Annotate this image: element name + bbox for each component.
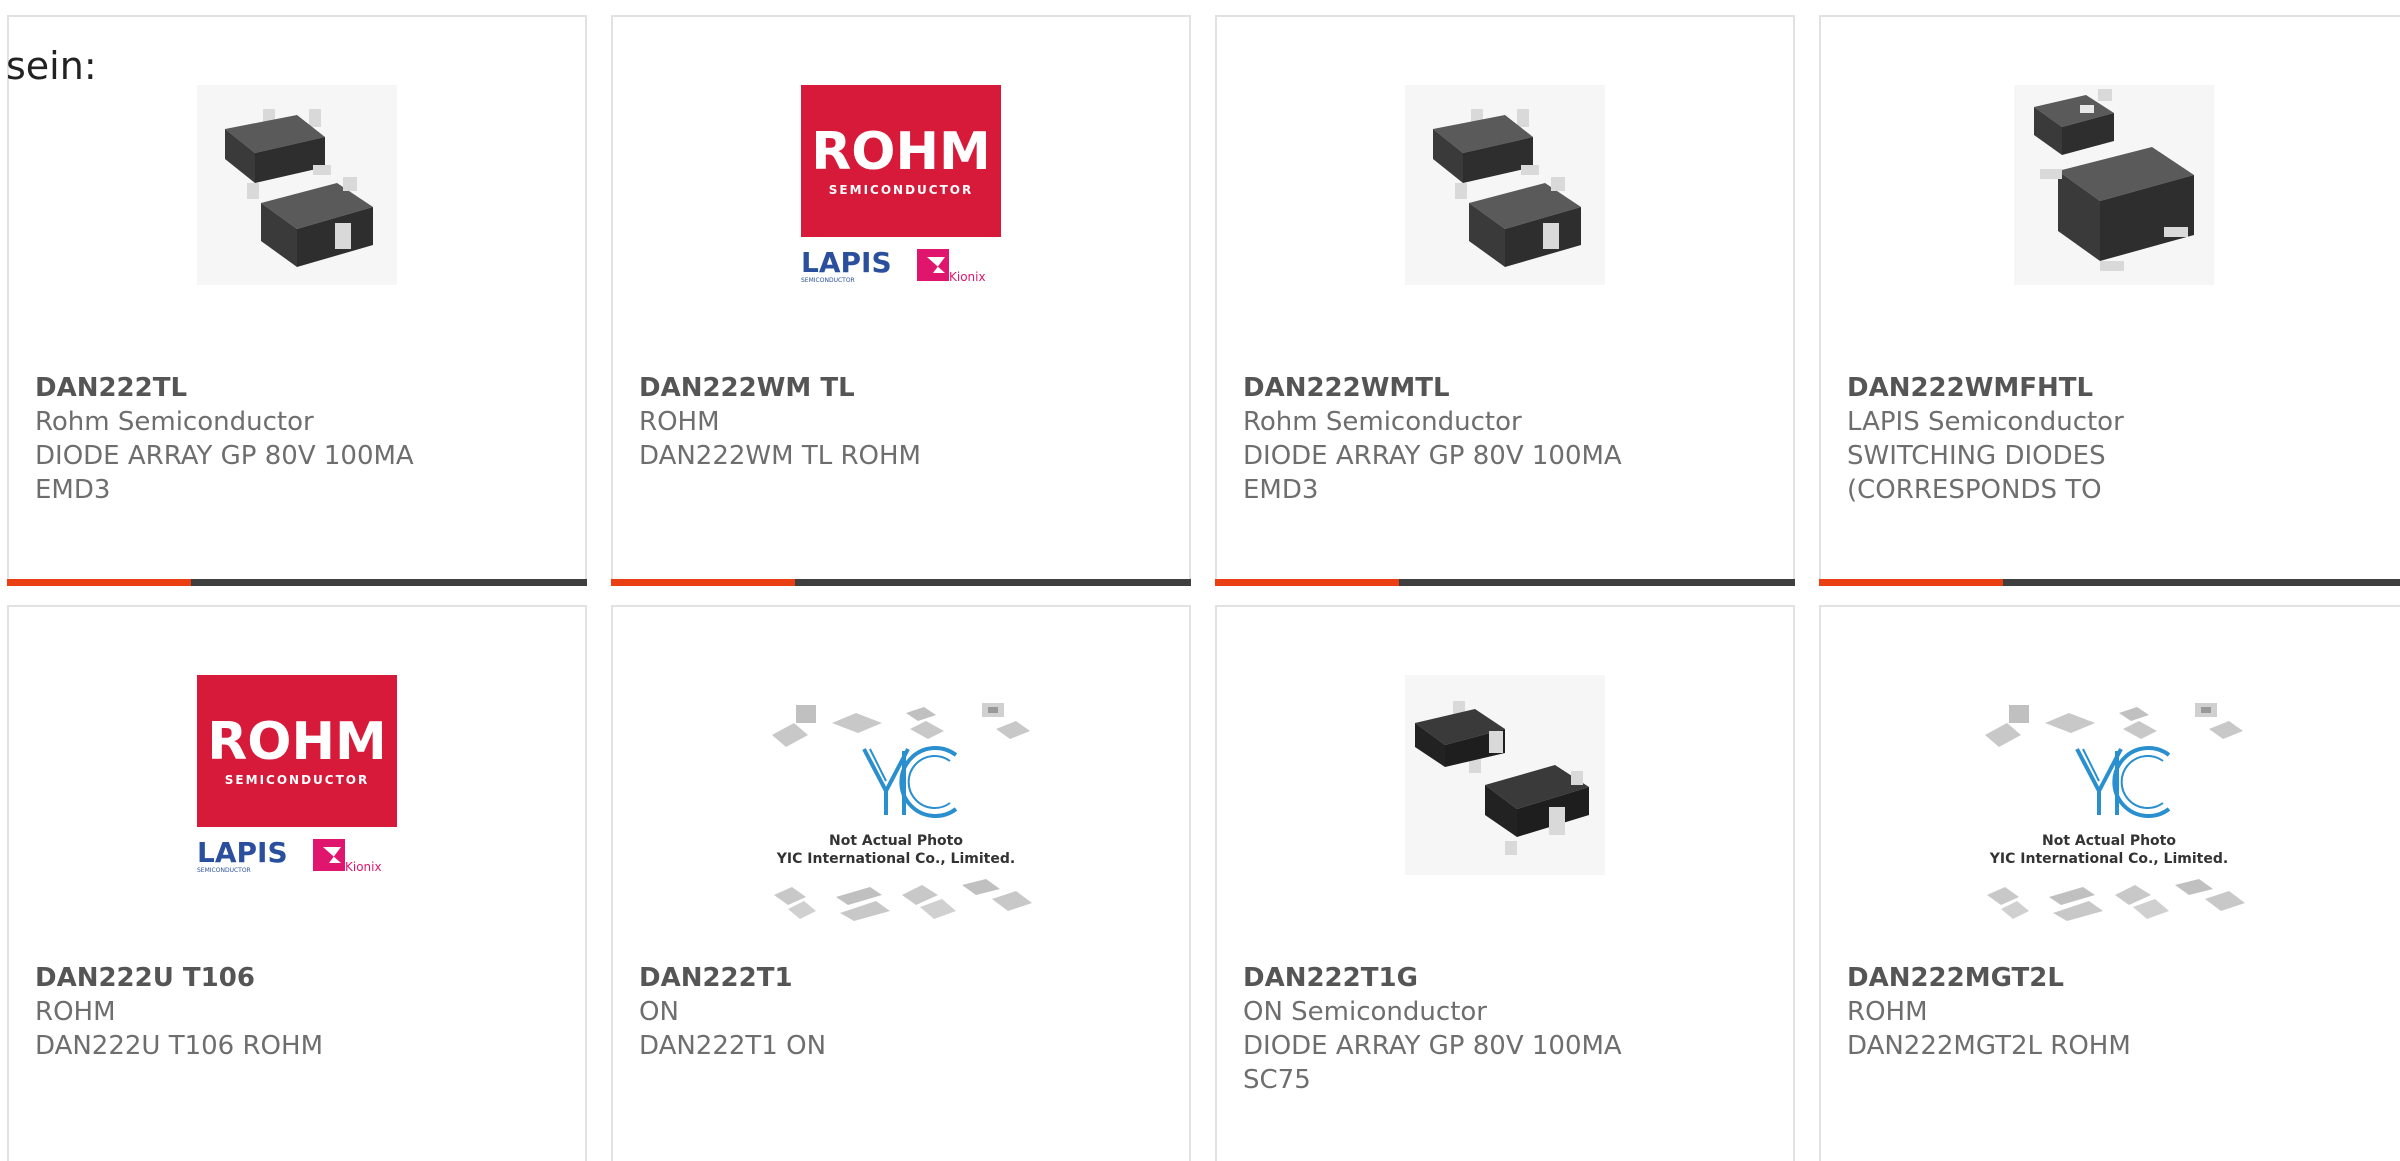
product-card[interactable]: Not Actual Photo YIC International Co., … xyxy=(1819,605,2400,1161)
logo-brand-text: ROHM xyxy=(207,712,387,772)
product-image[interactable] xyxy=(9,85,585,305)
manufacturer: LAPIS Semiconductor xyxy=(1847,407,2124,437)
accent-bar xyxy=(1819,579,2400,586)
logo-sub-text: SEMICONDUCTOR xyxy=(829,183,973,197)
kionix-text: Kionix xyxy=(949,270,986,284)
part-number[interactable]: DAN222T1 xyxy=(639,961,1169,995)
description-line: (CORRESPONDS TO xyxy=(1847,475,2102,505)
part-number[interactable]: DAN222WMTL xyxy=(1243,371,1773,405)
description-line: SC75 xyxy=(1243,1065,1311,1095)
description-line: EMD3 xyxy=(35,475,111,505)
sod-package-photo-icon xyxy=(2014,85,2214,285)
product-image[interactable]: Not Actual Photo YIC International Co., … xyxy=(1821,699,2400,921)
placeholder-caption-1: Not Actual Photo xyxy=(2042,833,2176,849)
placeholder-caption-1: Not Actual Photo xyxy=(829,833,963,849)
description-line: DAN222MGT2L ROHM xyxy=(1847,1031,2131,1061)
lapis-sub-text: SEMICONDUCTOR xyxy=(801,277,855,284)
product-card[interactable]: Not Actual Photo YIC International Co., … xyxy=(611,605,1191,1161)
accent-bar xyxy=(1215,579,1795,586)
manufacturer: ON Semiconductor xyxy=(1243,997,1487,1027)
part-number[interactable]: DAN222WM TL xyxy=(639,371,1169,405)
product-image[interactable] xyxy=(1821,85,2400,305)
product-card[interactable]: DAN222TL Rohm Semiconductor DIODE ARRAY … xyxy=(7,15,587,586)
kionix-text: Kionix xyxy=(345,860,382,874)
product-image[interactable]: ROHM SEMICONDUCTOR LAPIS SEMICONDUCTOR K… xyxy=(9,675,585,895)
product-info: DAN222WMFHTL LAPIS Semiconductor SWITCHI… xyxy=(1847,371,2387,507)
product-image[interactable]: Not Actual Photo YIC International Co., … xyxy=(613,699,1189,921)
product-info: DAN222T1 ON DAN222T1 ON xyxy=(639,961,1169,1063)
sot-package-photo-icon xyxy=(197,85,397,285)
description-line: DIODE ARRAY GP 80V 100MA xyxy=(1243,441,1622,471)
description-line: SWITCHING DIODES xyxy=(1847,441,2106,471)
description-line: DAN222T1 ON xyxy=(639,1031,827,1061)
product-info: DAN222MGT2L ROHM DAN222MGT2L ROHM xyxy=(1847,961,2387,1063)
description-line: DAN222U T106 ROHM xyxy=(35,1031,324,1061)
product-info: DAN222U T106 ROHM DAN222U T106 ROHM xyxy=(35,961,565,1063)
logo-brand-text: ROHM xyxy=(811,122,991,182)
product-info: DAN222WM TL ROHM DAN222WM TL ROHM xyxy=(639,371,1169,473)
description-line: DAN222WM TL ROHM xyxy=(639,441,921,471)
product-image[interactable] xyxy=(1217,85,1793,305)
part-number[interactable]: DAN222WMFHTL xyxy=(1847,371,2387,405)
yic-placeholder-image: Not Actual Photo YIC International Co., … xyxy=(772,703,1032,921)
product-card[interactable]: DAN222T1G ON Semiconductor DIODE ARRAY G… xyxy=(1215,605,1795,1161)
product-card[interactable]: DAN222WMTL Rohm Semiconductor DIODE ARRA… xyxy=(1215,15,1795,586)
placeholder-caption-2: YIC International Co., Limited. xyxy=(1989,851,2228,867)
product-image[interactable] xyxy=(1217,675,1793,895)
manufacturer: ROHM xyxy=(1847,997,1928,1027)
accent-bar xyxy=(7,579,587,586)
product-card[interactable]: DAN222WMFHTL LAPIS Semiconductor SWITCHI… xyxy=(1819,15,2400,586)
intro-text: sein: xyxy=(6,44,97,88)
description-line: DIODE ARRAY GP 80V 100MA xyxy=(1243,1031,1622,1061)
yic-placeholder-image: Not Actual Photo YIC International Co., … xyxy=(1985,703,2245,921)
manufacturer: Rohm Semiconductor xyxy=(35,407,314,437)
manufacturer: Rohm Semiconductor xyxy=(1243,407,1522,437)
product-info: DAN222T1G ON Semiconductor DIODE ARRAY G… xyxy=(1243,961,1773,1097)
description-line: EMD3 xyxy=(1243,475,1319,505)
lapis-sub-text: SEMICONDUCTOR xyxy=(197,867,251,874)
product-grid-page: sein: DAN222TL Rohm Semiconductor DIODE … xyxy=(0,0,2400,1161)
placeholder-caption-2: YIC International Co., Limited. xyxy=(776,851,1015,867)
manufacturer: ROHM xyxy=(639,407,720,437)
manufacturer: ROHM xyxy=(35,997,116,1027)
description-line: DIODE ARRAY GP 80V 100MA xyxy=(35,441,414,471)
rohm-logo: ROHM SEMICONDUCTOR LAPIS SEMICONDUCTOR K… xyxy=(801,85,1001,284)
product-card[interactable]: ROHM SEMICONDUCTOR LAPIS SEMICONDUCTOR K… xyxy=(611,15,1191,586)
sot-package-photo-icon xyxy=(1405,85,1605,285)
manufacturer: ON xyxy=(639,997,679,1027)
product-image[interactable]: ROHM SEMICONDUCTOR LAPIS SEMICONDUCTOR K… xyxy=(613,85,1189,305)
sot-package-photo-icon xyxy=(1405,675,1605,875)
rohm-logo: ROHM SEMICONDUCTOR LAPIS SEMICONDUCTOR K… xyxy=(197,675,397,874)
product-info: DAN222WMTL Rohm Semiconductor DIODE ARRA… xyxy=(1243,371,1773,507)
part-number[interactable]: DAN222MGT2L xyxy=(1847,961,2387,995)
product-card[interactable]: ROHM SEMICONDUCTOR LAPIS SEMICONDUCTOR K… xyxy=(7,605,587,1161)
lapis-text: LAPIS xyxy=(197,836,288,869)
accent-bar xyxy=(611,579,1191,586)
logo-sub-text: SEMICONDUCTOR xyxy=(225,773,369,787)
product-info: DAN222TL Rohm Semiconductor DIODE ARRAY … xyxy=(35,371,565,507)
part-number[interactable]: DAN222TL xyxy=(35,371,565,405)
part-number[interactable]: DAN222U T106 xyxy=(35,961,565,995)
lapis-text: LAPIS xyxy=(801,246,892,279)
part-number[interactable]: DAN222T1G xyxy=(1243,961,1773,995)
